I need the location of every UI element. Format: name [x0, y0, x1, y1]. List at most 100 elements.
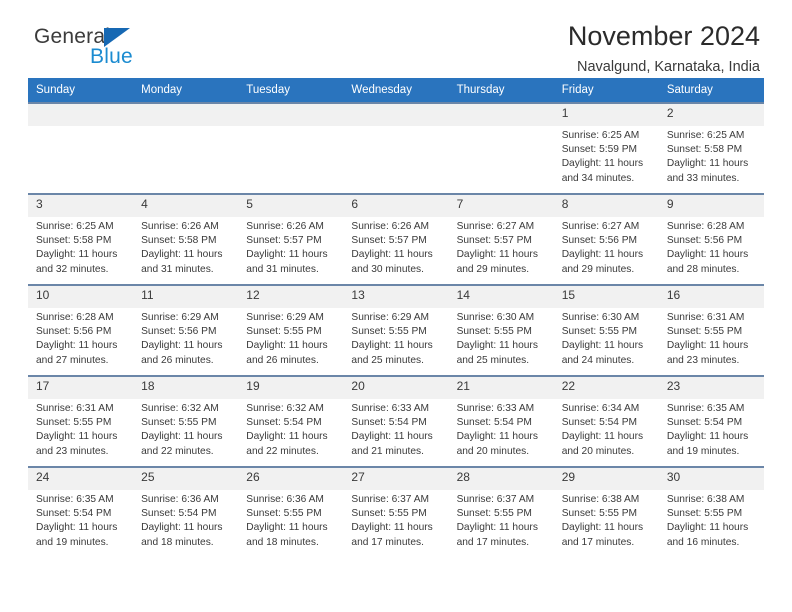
- calendar-day-cell[interactable]: 19 Sunrise: 6:32 AM Sunset: 5:54 PM Dayligh…: [238, 375, 344, 467]
- daylight-text: Daylight: 11 hours and 32 minutes.: [36, 249, 118, 275]
- daylight-text: Daylight: 11 hours and 20 minutes.: [561, 431, 644, 457]
- calendar-day-cell[interactable]: 3 Sunrise: 6:25 AM Sunset: 5:58 PM Daylight…: [28, 193, 134, 285]
- calendar-day-cell-empty: [343, 102, 449, 194]
- day-cell-inner: 21 Sunrise: 6:33 AM Sunset: 5:54 PM Dayligh…: [448, 377, 554, 466]
- day-details: Sunrise: 6:33 AM Sunset: 5:54 PM Daylight:…: [343, 399, 448, 459]
- calendar-day-cell[interactable]: 29 Sunrise: 6:38 AM Sunset: 5:55 PM Dayligh…: [553, 466, 659, 557]
- sunrise-text: Sunrise: 6:25 AM: [561, 130, 640, 141]
- sunrise-text: Sunrise: 6:32 AM: [141, 403, 219, 414]
- calendar-day-cell-empty: [238, 102, 344, 194]
- sunset-text: Sunset: 5:56 PM: [561, 235, 638, 247]
- calendar-day-cell[interactable]: 4 Sunrise: 6:26 AM Sunset: 5:58 PM Daylight…: [133, 193, 239, 285]
- sunset-text: Sunset: 5:58 PM: [666, 144, 743, 156]
- day-cell-inner: 11 Sunrise: 6:29 AM Sunset: 5:56 PM Dayligh…: [133, 286, 239, 375]
- day-number: 9: [658, 195, 764, 217]
- day-number: [343, 104, 449, 126]
- calendar-day-cell[interactable]: 1 Sunrise: 6:25 AM Sunset: 5:59 PM Daylight…: [553, 102, 659, 194]
- daylight-text: Daylight: 11 hours and 24 minutes.: [561, 340, 644, 366]
- day-cell-inner: [448, 104, 554, 193]
- day-cell-inner: 24 Sunrise: 6:35 AM Sunset: 5:54 PM Dayligh…: [28, 468, 134, 557]
- calendar-day-cell[interactable]: 27 Sunrise: 6:37 AM Sunset: 5:55 PM Dayligh…: [343, 466, 449, 557]
- calendar-day-cell[interactable]: 5 Sunrise: 6:26 AM Sunset: 5:57 PM Daylight…: [238, 193, 344, 285]
- weekday-header-saturday: Saturday: [658, 78, 764, 103]
- day-number: 14: [448, 286, 554, 308]
- calendar-page: General Blue November 2024 Navalgund, Ka…: [0, 0, 792, 612]
- calendar-week-row: 24 Sunrise: 6:35 AM Sunset: 5:54 PM Dayligh…: [28, 466, 764, 557]
- day-number: 13: [343, 286, 449, 308]
- sunset-text: Sunset: 5:55 PM: [36, 417, 112, 429]
- calendar-day-cell-empty: [133, 102, 239, 194]
- calendar-day-cell[interactable]: 7 Sunrise: 6:27 AM Sunset: 5:57 PM Daylight…: [448, 193, 554, 285]
- daylight-text: Daylight: 11 hours and 19 minutes.: [666, 431, 749, 457]
- day-details: Sunrise: 6:25 AM Sunset: 5:58 PM Daylight:…: [28, 217, 133, 277]
- sunrise-text: Sunrise: 6:26 AM: [141, 221, 219, 232]
- calendar-day-cell[interactable]: 15 Sunrise: 6:30 AM Sunset: 5:55 PM Dayligh…: [553, 284, 659, 376]
- day-details: Sunrise: 6:26 AM Sunset: 5:57 PM Daylight:…: [238, 217, 343, 277]
- sunset-text: Sunset: 5:55 PM: [246, 508, 322, 520]
- day-details: Sunrise: 6:36 AM Sunset: 5:55 PM Daylight:…: [238, 490, 343, 550]
- calendar-day-cell[interactable]: 18 Sunrise: 6:32 AM Sunset: 5:55 PM Dayligh…: [133, 375, 239, 467]
- sunrise-text: Sunrise: 6:37 AM: [456, 494, 535, 505]
- daylight-text: Daylight: 11 hours and 34 minutes.: [561, 158, 644, 184]
- calendar-day-cell[interactable]: 9 Sunrise: 6:28 AM Sunset: 5:56 PM Daylight…: [658, 193, 764, 285]
- day-cell-inner: 1 Sunrise: 6:25 AM Sunset: 5:59 PM Daylight…: [553, 104, 659, 193]
- calendar-day-cell[interactable]: 24 Sunrise: 6:35 AM Sunset: 5:54 PM Dayligh…: [28, 466, 134, 557]
- calendar-body: 1 Sunrise: 6:25 AM Sunset: 5:59 PM Daylight…: [28, 102, 764, 557]
- calendar-day-cell[interactable]: 22 Sunrise: 6:34 AM Sunset: 5:54 PM Dayligh…: [553, 375, 659, 467]
- calendar-day-cell[interactable]: 17 Sunrise: 6:31 AM Sunset: 5:55 PM Dayligh…: [28, 375, 134, 467]
- generalblue-logo[interactable]: General Blue: [28, 22, 148, 72]
- calendar-day-cell[interactable]: 30 Sunrise: 6:38 AM Sunset: 5:55 PM Dayligh…: [658, 466, 764, 557]
- day-cell-inner: 18 Sunrise: 6:32 AM Sunset: 5:55 PM Dayligh…: [133, 377, 239, 466]
- day-cell-inner: [343, 104, 449, 193]
- day-number: 25: [133, 468, 239, 490]
- daylight-text: Daylight: 11 hours and 26 minutes.: [246, 340, 328, 366]
- calendar-day-cell[interactable]: 6 Sunrise: 6:26 AM Sunset: 5:57 PM Daylight…: [343, 193, 449, 285]
- day-cell-inner: 17 Sunrise: 6:31 AM Sunset: 5:55 PM Dayligh…: [28, 377, 134, 466]
- daylight-text: Daylight: 11 hours and 17 minutes.: [351, 522, 433, 548]
- sunset-text: Sunset: 5:58 PM: [141, 235, 217, 247]
- day-cell-inner: 28 Sunrise: 6:37 AM Sunset: 5:55 PM Dayligh…: [448, 468, 554, 557]
- sunrise-text: Sunrise: 6:27 AM: [561, 221, 640, 232]
- day-cell-inner: 14 Sunrise: 6:30 AM Sunset: 5:55 PM Dayligh…: [448, 286, 554, 375]
- calendar-day-cell[interactable]: 2 Sunrise: 6:25 AM Sunset: 5:58 PM Daylight…: [658, 102, 764, 194]
- sunset-text: Sunset: 5:57 PM: [351, 235, 427, 247]
- calendar-day-cell[interactable]: 21 Sunrise: 6:33 AM Sunset: 5:54 PM Dayligh…: [448, 375, 554, 467]
- sunrise-text: Sunrise: 6:30 AM: [456, 312, 535, 323]
- day-number: 26: [238, 468, 344, 490]
- day-details: Sunrise: 6:33 AM Sunset: 5:54 PM Daylight:…: [449, 399, 554, 459]
- sunrise-text: Sunrise: 6:25 AM: [36, 221, 114, 232]
- sunrise-text: Sunrise: 6:26 AM: [351, 221, 430, 232]
- calendar-day-cell[interactable]: 25 Sunrise: 6:36 AM Sunset: 5:54 PM Dayligh…: [133, 466, 239, 557]
- calendar-week-row: 3 Sunrise: 6:25 AM Sunset: 5:58 PM Daylight…: [28, 193, 764, 285]
- weekday-header-tuesday: Tuesday: [238, 78, 344, 103]
- calendar-day-cell[interactable]: 12 Sunrise: 6:29 AM Sunset: 5:55 PM Dayligh…: [238, 284, 344, 376]
- calendar-day-cell[interactable]: 14 Sunrise: 6:30 AM Sunset: 5:55 PM Dayligh…: [448, 284, 554, 376]
- daylight-text: Daylight: 11 hours and 23 minutes.: [36, 431, 118, 457]
- sunset-text: Sunset: 5:57 PM: [456, 235, 532, 247]
- day-details: Sunrise: 6:37 AM Sunset: 5:55 PM Daylight:…: [343, 490, 448, 550]
- calendar-day-cell[interactable]: 8 Sunrise: 6:27 AM Sunset: 5:56 PM Daylight…: [553, 193, 659, 285]
- day-number: 4: [133, 195, 239, 217]
- calendar-day-cell[interactable]: 26 Sunrise: 6:36 AM Sunset: 5:55 PM Dayligh…: [238, 466, 344, 557]
- day-number: 8: [553, 195, 659, 217]
- day-details: Sunrise: 6:35 AM Sunset: 5:54 PM Daylight:…: [28, 490, 133, 550]
- sunrise-text: Sunrise: 6:33 AM: [351, 403, 430, 414]
- daylight-text: Daylight: 11 hours and 29 minutes.: [561, 249, 644, 275]
- sunset-text: Sunset: 5:55 PM: [141, 417, 217, 429]
- calendar-day-cell[interactable]: 16 Sunrise: 6:31 AM Sunset: 5:55 PM Dayligh…: [658, 284, 764, 376]
- day-number: 7: [448, 195, 554, 217]
- day-cell-inner: 23 Sunrise: 6:35 AM Sunset: 5:54 PM Dayligh…: [658, 377, 764, 466]
- calendar-day-cell[interactable]: 20 Sunrise: 6:33 AM Sunset: 5:54 PM Dayligh…: [343, 375, 449, 467]
- day-number: 22: [553, 377, 659, 399]
- sunset-text: Sunset: 5:54 PM: [666, 417, 743, 429]
- calendar-day-cell[interactable]: 10 Sunrise: 6:28 AM Sunset: 5:56 PM Dayligh…: [28, 284, 134, 376]
- sunrise-text: Sunrise: 6:35 AM: [36, 494, 114, 505]
- sunrise-text: Sunrise: 6:37 AM: [351, 494, 430, 505]
- calendar-day-cell[interactable]: 28 Sunrise: 6:37 AM Sunset: 5:55 PM Dayligh…: [448, 466, 554, 557]
- calendar-day-cell[interactable]: 13 Sunrise: 6:29 AM Sunset: 5:55 PM Dayligh…: [343, 284, 449, 376]
- day-cell-inner: 19 Sunrise: 6:32 AM Sunset: 5:54 PM Dayligh…: [238, 377, 344, 466]
- calendar-day-cell[interactable]: 11 Sunrise: 6:29 AM Sunset: 5:56 PM Dayligh…: [133, 284, 239, 376]
- calendar-day-cell[interactable]: 23 Sunrise: 6:35 AM Sunset: 5:54 PM Dayligh…: [658, 375, 764, 467]
- page-subtitle: Navalgund, Karnataka, India: [577, 59, 760, 76]
- sunrise-text: Sunrise: 6:28 AM: [36, 312, 114, 323]
